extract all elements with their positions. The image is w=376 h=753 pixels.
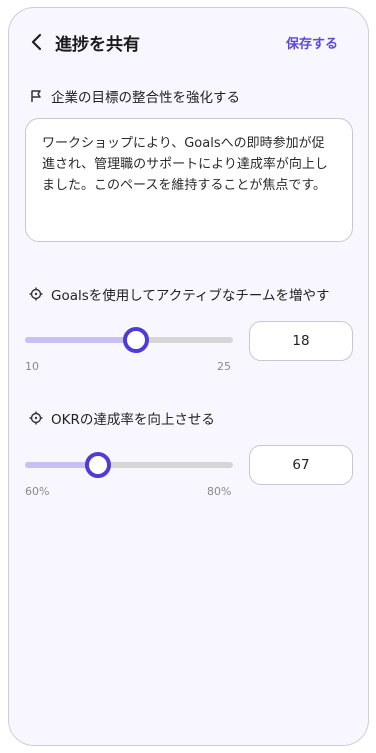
- key-result-1-slider[interactable]: [25, 327, 233, 353]
- key-result-2-min-label: 60%: [25, 485, 50, 498]
- key-result-1-label: Goalsを使用してアクティブなチームを増やす: [51, 288, 330, 304]
- slider-thumb[interactable]: [84, 452, 111, 478]
- back-button[interactable]: [27, 32, 47, 52]
- phone-frame: 進捗を共有 保存する 企業の目標の整合性を強化する ワークショップにより、Goa…: [8, 7, 369, 746]
- comment-textarea[interactable]: ワークショップにより、Goalsへの即時参加が促進され、管理職のサポートにより達…: [25, 118, 353, 242]
- objective-header: 企業の目標の整合性を強化する: [29, 86, 240, 106]
- page-title: 進捗を共有: [55, 35, 140, 55]
- key-result-1-value-input[interactable]: 18: [249, 321, 353, 361]
- key-result-2-label: OKRの達成率を向上させる: [51, 412, 215, 428]
- key-result-2-max-label: 80%: [207, 485, 232, 498]
- target-icon: [29, 411, 43, 425]
- objective-label: 企業の目標の整合性を強化する: [51, 90, 240, 106]
- key-result-1-max-label: 25: [217, 360, 231, 373]
- key-result-2-slider[interactable]: [25, 452, 233, 478]
- key-result-2-value-input[interactable]: 67: [249, 445, 353, 485]
- chevron-left-icon: [31, 33, 42, 51]
- flag-icon: [31, 90, 41, 102]
- save-button[interactable]: 保存する: [286, 33, 338, 52]
- key-result-1-header: Goalsを使用してアクティブなチームを増やす: [29, 284, 329, 304]
- slider-fill: [25, 337, 136, 343]
- key-result-2-header: OKRの達成率を向上させる: [29, 408, 215, 428]
- top-bar: 進捗を共有 保存する: [9, 8, 368, 78]
- target-icon: [29, 287, 43, 301]
- slider-thumb[interactable]: [122, 327, 149, 353]
- key-result-1-min-label: 10: [25, 360, 39, 373]
